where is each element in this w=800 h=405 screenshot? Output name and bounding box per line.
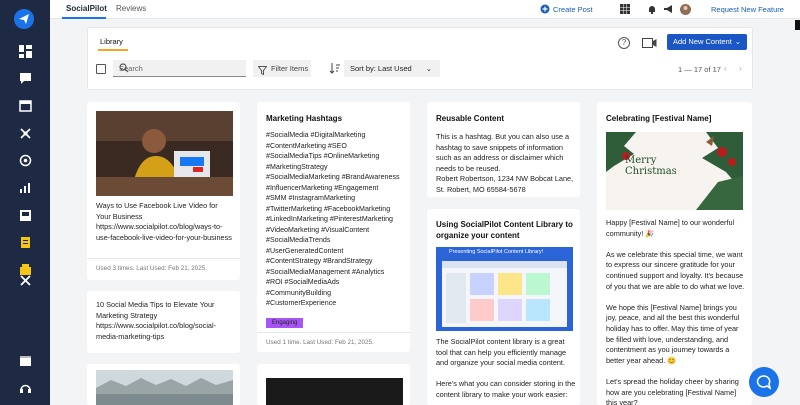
megaphone-icon[interactable] <box>663 4 674 15</box>
card-text: 10 Social Media Tips to Elevate Your Mar… <box>96 300 217 341</box>
card-text: Happy [Festival Name] to our wonderful c… <box>606 218 745 405</box>
next-page-icon[interactable]: › <box>739 64 742 73</box>
connect-icon[interactable] <box>17 125 33 141</box>
card-title: Marketing Hashtags <box>266 114 343 123</box>
content-card[interactable]: Using SocialPilot Content Library to org… <box>427 209 580 405</box>
video-icon[interactable] <box>642 38 657 48</box>
sort-label: Sort by: Last Used <box>350 64 412 73</box>
chat-support-button[interactable] <box>749 367 779 397</box>
pagination-count: 1 — 17 of 17 <box>678 65 721 74</box>
content-card[interactable]: Marketing Hashtags #SocialMedia #Digital… <box>257 102 410 352</box>
card-text: #SocialMedia #DigitalMarketing #ContentM… <box>266 131 400 307</box>
content-card[interactable]: Celebrating [Festival Name] Merry Christ… <box>597 102 752 405</box>
tools-icon[interactable] <box>17 272 33 288</box>
content-card[interactable] <box>87 364 240 405</box>
calendar-bottom-icon[interactable] <box>17 352 33 368</box>
window-edge <box>795 20 800 30</box>
messages-icon[interactable] <box>17 70 33 86</box>
grid-icon[interactable] <box>620 4 631 15</box>
card-title: Using SocialPilot Content Library to org… <box>436 220 573 240</box>
search-input[interactable]: Search <box>113 60 246 77</box>
calendar-icon[interactable] <box>17 97 33 113</box>
image-text: Merry Christmas <box>625 155 677 177</box>
sidebar <box>0 0 50 405</box>
content-card[interactable]: Reusable Content This is a hashtag. But … <box>427 102 580 197</box>
chevron-down-icon: ⌄ <box>425 64 432 73</box>
active-tab-indicator <box>62 17 106 19</box>
select-all-checkbox[interactable] <box>96 64 106 74</box>
search-icon <box>119 63 129 73</box>
top-bar: SocialPilot Reviews Create Post Request … <box>50 0 800 19</box>
tag-badge: Engaging <box>266 318 304 328</box>
usage-meta: Used 1 time. Last Used: Feb 21, 2025. <box>266 339 374 346</box>
card-text: Ways to Use Facebook Live Video for Your… <box>96 201 232 242</box>
add-new-content-label: Add New Content <box>673 37 732 46</box>
add-new-content-button[interactable]: Add New Content ⌄ <box>667 34 747 50</box>
usage-meta: Used 3 times. Last Used: Feb 21, 2025. <box>96 265 207 272</box>
content-card[interactable]: Ways to Use Facebook Live Video for Your… <box>87 102 240 280</box>
create-post-link[interactable]: Create Post <box>553 5 593 14</box>
chevron-down-icon: ⌄ <box>734 37 741 46</box>
content-card[interactable]: 10 Social Media Tips to Elevate Your Mar… <box>87 291 240 353</box>
inbox-icon[interactable] <box>17 207 33 223</box>
reports-icon[interactable] <box>17 234 33 250</box>
plus-circle-icon[interactable] <box>540 4 551 15</box>
sort-dropdown[interactable]: Sort by: Last Used ⌄ <box>344 60 440 77</box>
filter-icon <box>257 64 268 76</box>
dashboard-icon[interactable] <box>17 43 33 59</box>
divider <box>257 332 410 333</box>
card-image <box>266 378 403 405</box>
card-title: Reusable Content <box>436 114 505 123</box>
screenshot-caption: Presenting SocialPilot Content Library! <box>449 249 544 255</box>
sort-icon[interactable] <box>329 62 341 74</box>
prev-page-icon[interactable]: ‹ <box>724 64 727 73</box>
library-tab-indicator <box>98 49 128 51</box>
screenshot-image <box>436 247 573 331</box>
support-icon[interactable] <box>17 380 33 396</box>
tab-socialpilot[interactable]: SocialPilot <box>66 4 107 13</box>
filter-items-label: Filter Items <box>271 64 309 73</box>
market-image <box>96 370 233 405</box>
help-icon[interactable]: ? <box>618 37 630 49</box>
content-card[interactable] <box>257 364 410 405</box>
send-icon[interactable] <box>14 9 34 29</box>
divider <box>87 258 240 259</box>
request-feature-link[interactable]: Request New Feature <box>711 5 784 14</box>
user-avatar-icon[interactable] <box>680 4 691 15</box>
card-text: The SocialPilot content library is a gre… <box>436 337 576 399</box>
tab-reviews[interactable]: Reviews <box>116 4 146 13</box>
library-panel: Library ? Add New Content ⌄ Search Filte… <box>87 27 753 90</box>
notification-icon[interactable] <box>647 4 658 15</box>
card-title: Celebrating [Festival Name] <box>606 114 712 123</box>
analytics-icon[interactable] <box>17 179 33 195</box>
filter-items-button[interactable]: Filter Items <box>253 60 311 77</box>
facebook-live-image <box>96 111 233 196</box>
target-icon[interactable] <box>17 152 33 168</box>
tab-library[interactable]: Library <box>100 37 123 46</box>
card-text: This is a hashtag. But you can also use … <box>436 132 574 194</box>
